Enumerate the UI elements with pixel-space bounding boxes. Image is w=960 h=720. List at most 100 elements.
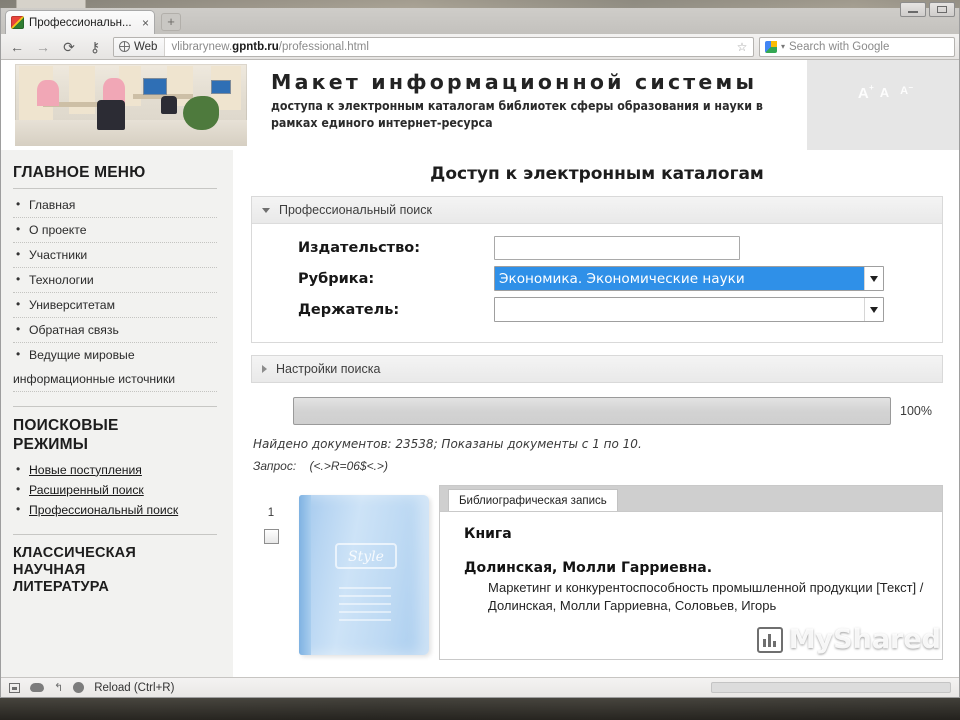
record-checkbox[interactable] [263, 529, 279, 544]
tab-bibliographic-record[interactable]: Библиографическая запись [448, 489, 618, 511]
sidebar-item-vedushchie-mirovye[interactable]: Ведущие мировые [13, 343, 217, 367]
font-size-medium-button[interactable]: A [880, 86, 889, 99]
sidebar: ГЛАВНОЕ МЕНЮ Главная О проекте Участники… [1, 150, 233, 677]
new-tab-button[interactable]: + [161, 13, 181, 31]
sidebar-item-tehnologii[interactable]: Технологии [13, 268, 217, 294]
reload-icon[interactable]: ⟳ [57, 36, 81, 58]
sidebar-heading-main-menu: ГЛАВНОЕ МЕНЮ [13, 164, 146, 181]
bookmark-star-icon[interactable]: ☆ [731, 38, 753, 56]
record-cover: Style [291, 485, 439, 660]
progress-percent-label: 100% [900, 404, 932, 418]
publisher-input[interactable] [494, 236, 740, 260]
classic-heading-line2: НАУЧНАЯ [13, 561, 86, 578]
chevron-right-icon[interactable] [262, 365, 267, 373]
link-professionalnyj-poisk[interactable]: Профессиональный поиск [29, 503, 178, 517]
progress-row: 100% [251, 397, 943, 425]
sidebar-item-glavnaya[interactable]: Главная [13, 193, 217, 219]
sidebar-item-informacionnye-istochniki[interactable]: информационные источники [13, 367, 217, 393]
zoom-slider[interactable] [711, 682, 951, 693]
field-row-publisher: Издательство: [262, 236, 932, 260]
taskbar [0, 698, 960, 720]
page-title: Доступ к электронным каталогам [430, 164, 764, 184]
site-subtitle: доступа к электронным каталогам библиоте… [271, 99, 763, 130]
professional-search-form: Издательство: Рубрика: Экономика. Эконом… [252, 224, 942, 342]
font-size-large-button[interactable]: A + [858, 84, 874, 102]
web-search-badge[interactable]: Web [114, 37, 166, 56]
chevron-down-icon[interactable]: ▾ [781, 42, 785, 51]
holder-select[interactable] [494, 297, 884, 322]
record-number: 1 [267, 507, 275, 519]
panel-toggle-icon[interactable] [9, 682, 20, 693]
record-body: Книга Долинская, Молли Гарриевна. Маркет… [440, 512, 942, 622]
book-cover-logo: Style [335, 543, 397, 569]
query-label: Запрос: [253, 459, 297, 473]
sync-icon[interactable] [73, 682, 85, 693]
sidebar-item-universitetam[interactable]: Университетам [13, 293, 217, 319]
publisher-label: Издательство: [298, 240, 421, 256]
record-tabs: Библиографическая запись [440, 486, 942, 512]
address-bar[interactable]: Web vlibrarynew. gpntb.ru/professional.ht… [113, 36, 754, 57]
page-viewport: Макет информационной системы доступа к э… [1, 60, 959, 677]
divider [13, 188, 217, 190]
cloud-icon[interactable] [30, 683, 44, 692]
key-icon[interactable]: ⚷ [83, 36, 107, 58]
maximize-button[interactable] [929, 2, 955, 17]
divider [13, 406, 217, 408]
close-icon[interactable]: × [142, 17, 149, 29]
field-row-rubric: Рубрика: Экономика. Экономические науки [262, 266, 932, 291]
sidebar-item-rasshirennyj-poisk[interactable]: Расширенный поиск [13, 480, 217, 500]
main-content: Доступ к электронным каталогам Профессио… [233, 150, 959, 677]
professional-search-panel: Профессиональный поиск Издательство: Руб… [251, 196, 943, 343]
classic-heading-line3: ЛИТЕРАТУРА [13, 579, 110, 596]
link-rasshirennyj-poisk[interactable]: Расширенный поиск [29, 483, 144, 497]
minimize-button[interactable] [900, 2, 926, 17]
status-bar: ↰ Reload (Ctrl+R) [1, 677, 959, 697]
sidebar-heading-search-modes: ПОИСКОВЫЕ РЕЖИМЫ [13, 417, 217, 454]
book-cover-lines [339, 587, 391, 627]
chevron-down-icon[interactable] [262, 207, 270, 213]
search-placeholder: Search with Google [789, 40, 890, 53]
record-description: Маркетинг и конкурентоспособность промыш… [488, 580, 924, 614]
browser-tab-active[interactable]: Профессиональн... × [5, 10, 155, 34]
chevron-down-icon[interactable] [864, 298, 883, 321]
search-modes-heading-line1: ПОИСКОВЫЕ [13, 417, 119, 435]
search-input[interactable]: ▾ Search with Google [759, 36, 955, 57]
record-detail-panel: Библиографическая запись Книга Долинская… [439, 485, 943, 660]
sidebar-item-obratnaya-svyaz[interactable]: Обратная связь [13, 318, 217, 344]
banner-text-block: Макет информационной системы доступа к э… [247, 60, 807, 150]
search-settings-panel: Настройки поиска [251, 355, 943, 383]
url-text[interactable]: vlibrarynew. gpntb.ru/professional.html [165, 38, 731, 56]
rubric-select[interactable]: Экономика. Экономические науки [494, 266, 884, 291]
professional-search-panel-header[interactable]: Профессиональный поиск [252, 197, 942, 224]
share-icon[interactable]: ↰ [54, 681, 63, 694]
sidebar-heading-classic-literature: КЛАССИЧЕСКАЯ НАУЧНАЯ ЛИТЕРАТУРА [13, 545, 217, 596]
globe-icon [119, 41, 130, 52]
rubric-selected-value: Экономика. Экономические науки [495, 267, 864, 290]
sidebar-item-uchastniki[interactable]: Участники [13, 243, 217, 269]
record-index: 1 [251, 485, 291, 660]
tab-title: Профессиональн... [29, 16, 132, 29]
status-hint-text: Reload (Ctrl+R) [94, 681, 175, 694]
favicon-icon [11, 16, 24, 29]
divider [13, 533, 217, 535]
link-novye-postupleniya[interactable]: Новые поступления [29, 463, 142, 477]
rubric-label: Рубрика: [298, 270, 375, 287]
font-size-small-button[interactable]: A − [900, 84, 913, 97]
site-title: Макет информационной системы [271, 70, 758, 94]
results-found-text: Найдено документов: 23538; Показаны доку… [253, 437, 642, 451]
search-settings-panel-header[interactable]: Настройки поиска [252, 356, 942, 382]
search-settings-panel-title: Настройки поиска [276, 362, 381, 376]
browser-window: Профессиональн... × + ← → ⟳ ⚷ Web vlibra… [0, 2, 960, 698]
sidebar-item-professionalnyj-poisk[interactable]: Профессиональный поиск [13, 500, 217, 520]
tab-strip: Профессиональн... × + [1, 2, 959, 34]
sidebar-main-menu: Главная О проекте Участники Технологии У… [13, 193, 217, 393]
progress-bar [293, 397, 891, 425]
back-icon[interactable]: ← [5, 36, 29, 58]
professional-search-panel-title: Профессиональный поиск [279, 203, 432, 217]
google-icon [765, 40, 777, 53]
sidebar-item-novye-postupleniya[interactable]: Новые поступления [13, 460, 217, 480]
chevron-down-icon[interactable] [864, 267, 883, 290]
forward-icon[interactable]: → [31, 36, 55, 58]
sidebar-item-o-proekte[interactable]: О проекте [13, 218, 217, 244]
holder-selected-value [495, 298, 864, 321]
